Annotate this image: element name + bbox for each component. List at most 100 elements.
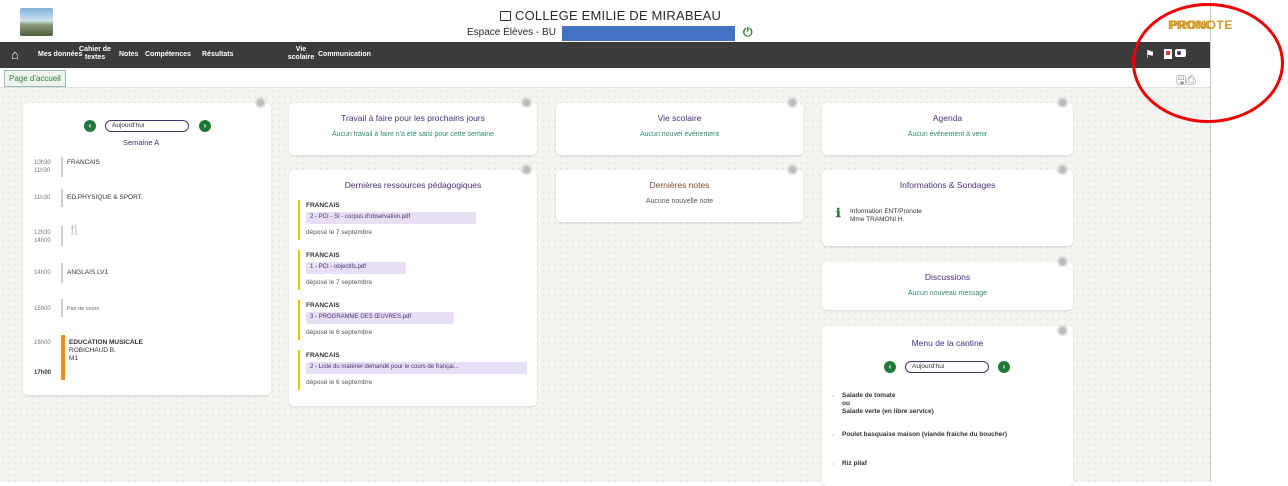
info-title[interactable]: Informations & Sondages (822, 180, 1073, 190)
grades-card: Dernières notes Aucune nouvelle note (556, 170, 803, 222)
lesson-time: 10h30 11h30 (34, 160, 51, 174)
home-icon[interactable]: ⌂ (11, 47, 19, 62)
info-item-author: Mme TRAMONI H. (850, 216, 905, 223)
resource-bar (298, 200, 300, 240)
gear-icon[interactable] (521, 164, 532, 175)
resource-file[interactable]: 3 - PROGRAMME DES ŒUVRES.pdf (306, 312, 454, 324)
resource-date: déposé le 7 septembre (306, 229, 373, 236)
resource-file[interactable]: 2 - PCI - SI - corpus d'observation.pdf (306, 212, 476, 224)
gear-icon[interactable] (787, 97, 798, 108)
menu-side: Riz pilaf (842, 460, 867, 467)
timetable-date-picker[interactable]: Aujourd'hui (105, 120, 189, 132)
tab-bar: Page d'accueil 🖫⎙ (0, 68, 1210, 88)
resource-file[interactable]: 2 - Liste du matériel demandé pour le co… (306, 362, 527, 374)
gear-icon[interactable] (1057, 256, 1068, 267)
info-item-title[interactable]: Information ENT/Pronote (850, 208, 922, 215)
gear-icon[interactable] (521, 97, 532, 108)
prev-day-button[interactable]: ‹ (84, 120, 96, 132)
gear-icon[interactable] (1057, 325, 1068, 336)
school-life-card: Vie scolaire Aucun nouvel évènement (556, 103, 803, 155)
nav-competences[interactable]: Compétences (145, 51, 191, 59)
nav-resultats[interactable]: Résultats (202, 51, 234, 59)
nav-mes-donnees[interactable]: Mes données (38, 51, 82, 59)
annotation-circle (1132, 3, 1284, 123)
canteen-title[interactable]: Menu de la cantine (822, 338, 1073, 348)
dashboard: ‹ Aujourd'hui › Semaine A 10h30 11h30 FRA… (0, 88, 1210, 486)
lesson-bar (61, 263, 63, 283)
resources-card: Dernières ressources pédagogiques FRANCA… (289, 170, 537, 406)
info-card: Informations & Sondages ℹ Information EN… (822, 170, 1073, 246)
agenda-empty: Aucun évènement à venir (907, 131, 988, 138)
resources-title[interactable]: Dernières ressources pédagogiques (289, 180, 537, 190)
canteen-next-button[interactable]: › (998, 361, 1010, 373)
homework-card: Travail à faire pour les prochains jours… (289, 103, 537, 155)
menu-starter-2: Salade verte (en libre service) (842, 408, 934, 415)
lesson-bar (61, 299, 63, 317)
lesson-subject[interactable]: ANGLAIS LV1 (67, 269, 108, 277)
week-label: Semaine A (123, 138, 160, 147)
lesson-bar-music (61, 335, 65, 380)
grades-title[interactable]: Dernières notes (556, 180, 803, 190)
canteen-prev-button[interactable]: ‹ (884, 361, 896, 373)
lesson-room: M1 (69, 355, 79, 362)
lesson-time: 11h30 (34, 195, 51, 201)
nav-communication[interactable]: Communication (318, 51, 371, 59)
lesson-subject[interactable]: EDUCATION MUSICALE (69, 339, 143, 347)
lesson-teacher: ROBICHAUD B. (69, 347, 116, 354)
discussions-empty: Aucun nouveau message (908, 290, 987, 297)
resource-date: déposé le 6 septembre (306, 329, 373, 336)
lesson-bar (61, 226, 63, 246)
lesson-time: 16h00 (34, 340, 51, 346)
school-life-title[interactable]: Vie scolaire (556, 113, 803, 123)
discussions-card: Discussions Aucun nouveau message (822, 262, 1073, 310)
discussions-title[interactable]: Discussions (822, 272, 1073, 282)
homework-title[interactable]: Travail à faire pour les prochains jours (289, 113, 537, 123)
resource-subject: FRANCAIS (306, 252, 340, 259)
school-life-empty: Aucun nouvel évènement (640, 131, 719, 138)
school-name: COLLEGE EMILIE DE MIRABEAU (500, 8, 721, 23)
menu-bullet: · (832, 461, 835, 468)
no-lesson: Pas de cours (67, 306, 100, 312)
lesson-bar (61, 157, 63, 177)
nav-vie-scolaire[interactable]: Vie scolaire (287, 46, 315, 62)
resource-bar (298, 300, 300, 340)
resource-subject: FRANCAIS (306, 352, 340, 359)
menu-main: Poulet basquaise maison (viande fraiche … (842, 431, 1008, 438)
menu-bullet: · (832, 393, 835, 400)
gear-icon[interactable] (255, 97, 266, 108)
nav-notes[interactable]: Notes (119, 51, 138, 59)
resource-file[interactable]: 1 - PCI - objectifs.pdf (306, 262, 406, 274)
gear-icon[interactable] (1057, 97, 1068, 108)
timetable-card: ‹ Aujourd'hui › Semaine A 10h30 11h30 FRA… (23, 103, 271, 395)
power-icon[interactable]: ⏻ (743, 25, 753, 40)
grades-empty: Aucune nouvelle note (645, 198, 714, 205)
agenda-title[interactable]: Agenda (822, 113, 1073, 123)
menu-bullet: · (832, 432, 835, 439)
nav-cahier-de-textes[interactable]: Cahier de textes (77, 46, 113, 62)
agenda-card: Agenda Aucun évènement à venir (822, 103, 1073, 155)
lesson-subject[interactable]: FRANCAIS (67, 159, 100, 167)
resource-subject: FRANCAIS (306, 302, 340, 309)
canteen-card: Menu de la cantine ‹ Aujourd'hui › · Sal… (822, 326, 1073, 486)
menu-starter-1: Salade de tomate (842, 392, 896, 399)
lesson-time: 15h00 (34, 306, 51, 312)
redacted-name (562, 26, 735, 41)
resource-date: déposé le 6 septembre (306, 379, 373, 386)
lesson-subject[interactable]: ED.PHYSIQUE & SPORT. (67, 194, 143, 202)
resource-date: déposé le 7 septembre (306, 279, 373, 286)
resource-bar (298, 250, 300, 290)
gear-icon[interactable] (1057, 164, 1068, 175)
menu-or: ou (842, 400, 850, 407)
header: COLLEGE EMILIE DE MIRABEAU Espace Élèves… (0, 0, 1230, 42)
gear-icon[interactable] (787, 164, 798, 175)
next-day-button[interactable]: › (199, 120, 211, 132)
school-logo (20, 8, 53, 36)
tab-page-accueil[interactable]: Page d'accueil (4, 70, 66, 87)
lesson-time-end: 17h00 (34, 370, 52, 376)
cutlery-icon: 🍴 (68, 225, 81, 236)
info-icon: ℹ (836, 206, 841, 220)
canteen-date-picker[interactable]: Aujourd'hui (905, 361, 989, 373)
school-icon (500, 11, 511, 21)
main-nav: ⌂ Mes données Cahier de textes Notes Com… (0, 42, 1210, 68)
resource-bar (298, 350, 300, 390)
